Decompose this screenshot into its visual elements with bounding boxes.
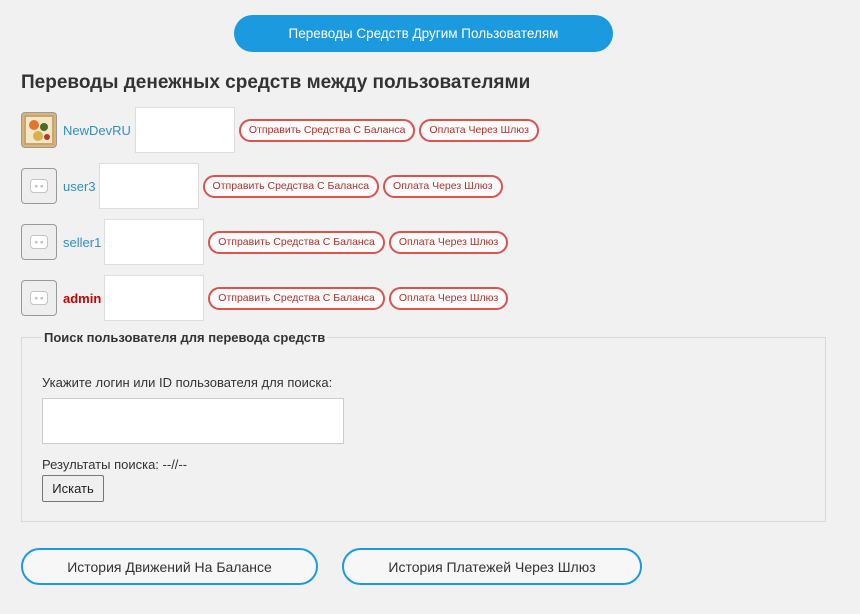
balance-history-button[interactable]: История Движений На Балансе (21, 548, 318, 585)
user-avatar (21, 280, 57, 316)
user-avatar (21, 168, 57, 204)
search-button[interactable]: Искать (42, 475, 104, 502)
send-from-balance-button[interactable]: Отправить Средства С Баланса (208, 286, 385, 310)
gateway-history-button[interactable]: История Платежей Через Шлюз (342, 548, 642, 585)
amount-input[interactable] (98, 163, 199, 209)
amount-input[interactable] (104, 275, 205, 321)
user-row: user3 Отправить Средства С Баланса Оплат… (21, 163, 503, 209)
user-avatar (21, 112, 57, 148)
default-avatar-icon (30, 179, 48, 193)
send-from-balance-button[interactable]: Отправить Средства С Баланса (238, 118, 416, 142)
user-row: NewDevRU Отправить Средства С Баланса Оп… (21, 107, 539, 153)
pay-via-gateway-button[interactable]: Оплата Через Шлюз (383, 174, 503, 198)
page-title: Переводы денежных средств между пользова… (21, 72, 531, 93)
user-name-link[interactable]: admin (63, 291, 101, 306)
default-avatar-icon (30, 291, 48, 305)
user-avatar (21, 224, 57, 260)
pay-via-gateway-button[interactable]: Оплата Через Шлюз (388, 230, 509, 254)
pay-via-gateway-button[interactable]: Оплата Через Шлюз (419, 118, 539, 142)
user-row: seller1 Отправить Средства С Баланса Опл… (21, 219, 509, 265)
search-results: Результаты поиска: --//-- (42, 457, 188, 472)
amount-input[interactable] (134, 107, 235, 153)
transfers-to-users-button[interactable]: Переводы Средств Другим Пользователям (234, 15, 613, 52)
user-name-link[interactable]: seller1 (63, 235, 101, 250)
user-name-link[interactable]: NewDevRU (63, 123, 131, 138)
user-name-link[interactable]: user3 (63, 179, 96, 194)
send-from-balance-button[interactable]: Отправить Средства С Баланса (208, 230, 385, 254)
search-legend: Поиск пользователя для перевода средств (44, 330, 326, 345)
search-label: Укажите логин или ID пользователя для по… (42, 375, 333, 390)
user-row: admin Отправить Средства С Баланса Оплат… (21, 275, 509, 321)
search-input[interactable] (42, 398, 344, 444)
amount-input[interactable] (104, 219, 205, 265)
default-avatar-icon (30, 235, 48, 249)
pay-via-gateway-button[interactable]: Оплата Через Шлюз (388, 286, 509, 310)
photo-avatar (24, 115, 54, 145)
send-from-balance-button[interactable]: Отправить Средства С Баланса (202, 174, 380, 198)
